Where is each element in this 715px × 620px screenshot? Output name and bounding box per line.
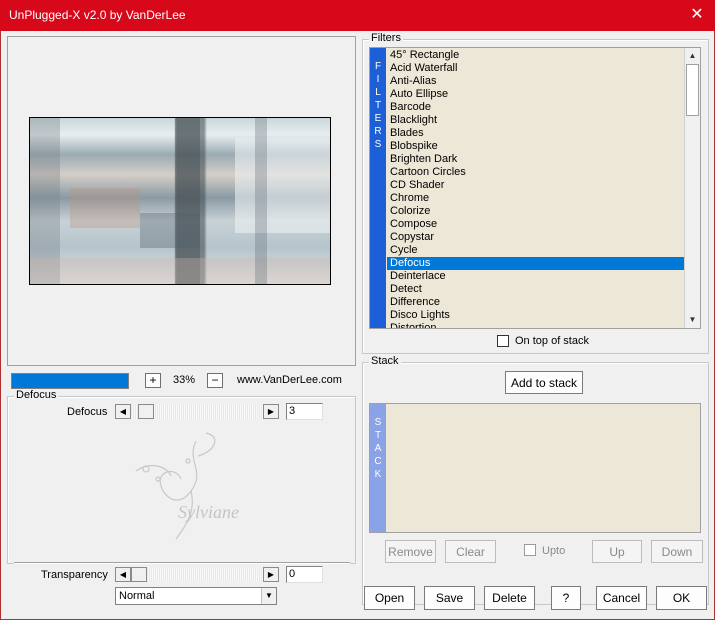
filter-items: 45° Rectangle Acid Waterfall Anti-Alias Aut… <box>387 49 685 328</box>
filter-item[interactable]: Brighten Dark <box>387 153 685 166</box>
transparency-right-arrow[interactable]: ▶ <box>263 567 279 582</box>
filter-item[interactable]: Auto Ellipse <box>387 88 685 101</box>
upto-label: Upto <box>542 545 566 557</box>
filter-item[interactable]: 45° Rectangle <box>387 49 685 62</box>
blend-mode-value: Normal <box>119 590 155 602</box>
filter-item[interactable]: Chrome <box>387 192 685 205</box>
filter-item[interactable]: Blobspike <box>387 140 685 153</box>
stack-list[interactable]: STACK <box>369 403 701 533</box>
params-group-label: Defocus <box>14 389 59 401</box>
transparency-slider-thumb[interactable] <box>131 567 147 582</box>
preview-panel <box>7 36 356 366</box>
down-button[interactable]: Down <box>651 540 703 563</box>
filter-item[interactable]: Blades <box>387 127 685 140</box>
filter-item[interactable]: Cycle <box>387 244 685 257</box>
zoom-value: 33% <box>173 374 196 386</box>
filter-item[interactable]: Acid Waterfall <box>387 62 685 75</box>
scroll-up-icon[interactable]: ▲ <box>685 48 700 64</box>
tab-letter: S <box>374 139 382 150</box>
clear-button[interactable]: Clear <box>445 540 496 563</box>
delete-button[interactable]: Delete <box>484 586 535 610</box>
filter-item[interactable]: CD Shader <box>387 179 685 192</box>
transparency-value-field[interactable]: 0 <box>286 566 323 583</box>
watermark-text: Sylviane <box>178 502 239 522</box>
tab-letter: F <box>374 61 382 72</box>
transparency-label: Transparency <box>41 569 108 581</box>
filter-item[interactable]: Barcode <box>387 101 685 114</box>
open-button[interactable]: Open <box>364 586 415 610</box>
filter-item[interactable]: Colorize <box>387 205 685 218</box>
up-button[interactable]: Up <box>592 540 642 563</box>
filter-item[interactable]: Compose <box>387 218 685 231</box>
defocus-value-field[interactable]: 3 <box>286 403 323 420</box>
tab-letter: A <box>374 443 382 454</box>
tab-letter: C <box>374 456 382 467</box>
tab-letter: R <box>374 126 382 137</box>
progress-bar <box>11 373 129 389</box>
defocus-left-arrow[interactable]: ◀ <box>115 404 131 419</box>
preview-image[interactable] <box>29 117 331 285</box>
tab-letter: I <box>376 74 380 85</box>
tab-letter: E <box>374 113 382 124</box>
scroll-thumb[interactable] <box>686 64 699 116</box>
remove-button[interactable]: Remove <box>385 540 436 563</box>
window-title: UnPlugged-X v2.0 by VanDerLee <box>9 8 186 22</box>
stack-tab: STACK <box>370 404 386 532</box>
title-bar: UnPlugged-X v2.0 by VanDerLee ✕ <box>0 0 715 31</box>
stack-group-label: Stack <box>369 355 401 367</box>
filter-item[interactable]: Disco Lights <box>387 309 685 322</box>
website-link[interactable]: www.VanDerLee.com <box>237 374 342 386</box>
watermark-logo: Sylviane <box>135 432 239 540</box>
defocus-label: Defocus <box>67 406 108 418</box>
scroll-down-icon[interactable]: ▼ <box>685 312 700 328</box>
defocus-slider-thumb[interactable] <box>138 404 154 419</box>
transparency-slider-track[interactable] <box>131 567 263 582</box>
tab-letter: L <box>375 87 381 98</box>
upto-checkbox[interactable] <box>524 544 536 556</box>
ok-button[interactable]: OK <box>656 586 707 610</box>
filter-item[interactable]: Deinterlace <box>387 270 685 283</box>
blend-mode-select[interactable]: Normal ▼ <box>115 587 277 605</box>
filters-tab: FILTERS <box>370 48 386 328</box>
zoom-out-button[interactable]: − <box>207 373 223 388</box>
add-to-stack-button[interactable]: Add to stack <box>505 371 583 394</box>
save-button[interactable]: Save <box>424 586 475 610</box>
zoom-in-button[interactable]: + <box>145 373 161 388</box>
filters-group-label: Filters <box>369 32 403 44</box>
tab-letter: K <box>374 469 382 480</box>
chevron-down-icon[interactable]: ▼ <box>261 588 276 604</box>
filter-item[interactable]: Copystar <box>387 231 685 244</box>
filter-item[interactable]: Cartoon Circles <box>387 166 685 179</box>
filter-item[interactable]: Anti-Alias <box>387 75 685 88</box>
filter-item[interactable]: Blacklight <box>387 114 685 127</box>
defocus-right-arrow[interactable]: ▶ <box>263 404 279 419</box>
transparency-left-arrow[interactable]: ◀ <box>115 567 131 582</box>
tab-letter: T <box>374 100 382 111</box>
filters-list[interactable]: FILTERS 45° Rectangle Acid Waterfall Anti-… <box>369 47 701 329</box>
filter-item[interactable]: Distortion <box>387 322 685 328</box>
dialog-body: + 33% − www.VanDerLee.com Defocus Defocu… <box>0 31 715 620</box>
filter-item[interactable]: Detect <box>387 283 685 296</box>
close-icon[interactable]: ✕ <box>687 5 707 25</box>
tab-letter: S <box>374 417 382 428</box>
cancel-button[interactable]: Cancel <box>596 586 647 610</box>
filter-item[interactable]: Difference <box>387 296 685 309</box>
on-top-label: On top of stack <box>515 335 589 347</box>
separator <box>14 562 350 564</box>
filter-item[interactable]: Defocus <box>387 257 685 270</box>
help-button[interactable]: ? <box>551 586 581 610</box>
tab-letter: T <box>374 430 382 441</box>
filters-scrollbar[interactable]: ▲ ▼ <box>684 48 700 328</box>
on-top-checkbox[interactable] <box>497 335 509 347</box>
